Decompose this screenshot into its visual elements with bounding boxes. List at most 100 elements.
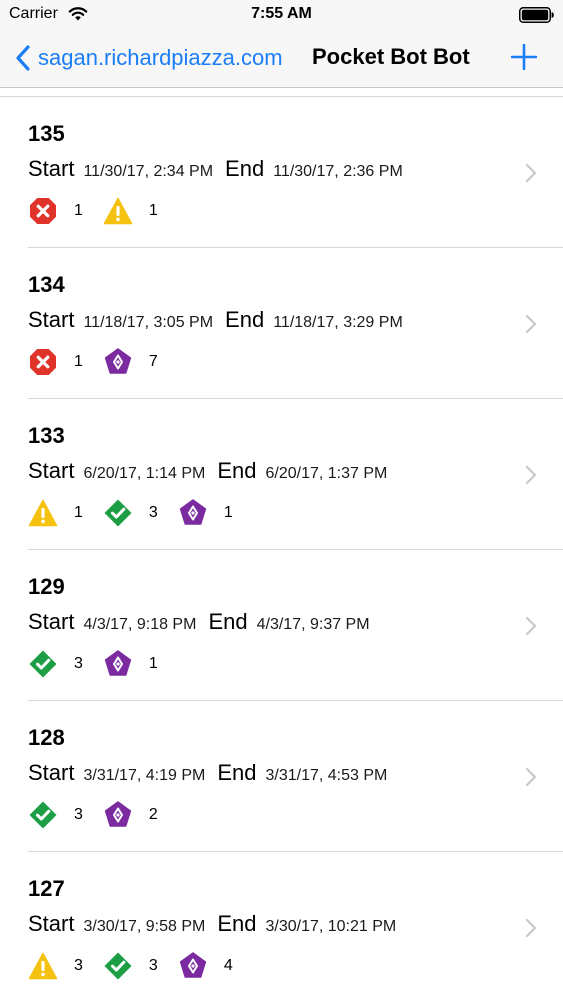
disclosure-chevron-icon	[525, 767, 537, 787]
add-icon[interactable]	[511, 44, 537, 70]
analyzer-badge: 2	[103, 800, 158, 830]
integration-list: 135 Start 11/30/17, 2:34 PM End 11/30/17…	[0, 96, 563, 1000]
integration-number: 134	[28, 272, 65, 297]
success-badge: 3	[103, 498, 158, 528]
analyzer-count: 1	[148, 655, 158, 672]
end-label: End	[217, 911, 257, 936]
success-count: 3	[74, 806, 83, 823]
disclosure-chevron-icon	[525, 465, 537, 485]
analyzer-count: 2	[148, 806, 158, 823]
warning-count: 1	[74, 504, 83, 521]
disclosure-chevron-icon	[525, 314, 537, 334]
back-button-label: sagan.richardpiazza.com	[38, 45, 283, 70]
warning-icon	[103, 197, 133, 225]
success-badge: 3	[28, 800, 83, 830]
integration-times: Start 11/30/17, 2:34 PM End 11/30/17, 2:…	[28, 156, 415, 186]
start-time: 4/3/17, 9:18 PM	[83, 616, 197, 633]
status-time: 7:55 AM	[251, 5, 312, 22]
integration-row[interactable]: 129 Start 4/3/17, 9:18 PM End 4/3/17, 9:…	[28, 550, 563, 701]
start-label: Start	[28, 458, 75, 483]
chevron-left-icon	[16, 45, 30, 71]
warning-count: 3	[74, 957, 83, 974]
analyzer-badge: 1	[178, 498, 233, 528]
analyzer-icon	[104, 650, 132, 676]
page-title: Pocket Bot Bot	[312, 44, 470, 69]
error-icon	[30, 198, 56, 224]
warning-badge: 3	[28, 951, 83, 981]
warning-badge: 1	[28, 498, 83, 528]
start-label: Start	[28, 156, 75, 181]
analyzer-badge: 1	[103, 649, 158, 679]
integration-number: 127	[28, 876, 65, 901]
end-time: 6/20/17, 1:37 PM	[265, 465, 388, 482]
analyzer-icon	[179, 499, 206, 525]
integration-row[interactable]: 128 Start 3/31/17, 4:19 PM End 3/31/17, …	[28, 701, 563, 852]
issue-badges: 32	[28, 800, 178, 830]
analyzer-count: 4	[223, 957, 233, 974]
success-count: 3	[148, 504, 158, 521]
warning-count: 1	[148, 202, 158, 219]
disclosure-chevron-icon	[525, 918, 537, 938]
battery-icon	[519, 7, 554, 23]
end-label: End	[208, 609, 248, 634]
error-badge: 1	[28, 347, 83, 377]
analyzer-icon	[179, 952, 206, 978]
end-label: End	[225, 156, 265, 181]
issue-badges: 31	[28, 649, 178, 679]
error-icon	[30, 349, 56, 375]
issue-badges: 3 3 4	[28, 951, 253, 981]
integration-number: 133	[28, 423, 65, 448]
end-time: 3/31/17, 4:53 PM	[265, 767, 388, 784]
end-label: End	[217, 458, 257, 483]
analyzer-icon	[104, 801, 132, 827]
end-label: End	[217, 760, 257, 785]
issue-badges: 1 3 1	[28, 498, 253, 528]
analyzer-count: 1	[223, 504, 233, 521]
warning-badge: 1	[103, 196, 158, 226]
integration-row[interactable]: 135 Start 11/30/17, 2:34 PM End 11/30/17…	[28, 97, 563, 248]
warning-icon	[28, 499, 58, 527]
analyzer-badge: 4	[178, 951, 233, 981]
error-count: 1	[74, 202, 83, 219]
end-time: 11/30/17, 2:36 PM	[273, 163, 403, 180]
start-time: 11/30/17, 2:34 PM	[83, 163, 214, 180]
navigation-bar: sagan.richardpiazza.com Pocket Bot Bot	[0, 30, 563, 88]
disclosure-chevron-icon	[525, 616, 537, 636]
success-icon	[104, 952, 132, 980]
analyzer-badge: 7	[103, 347, 158, 377]
integration-times: Start 11/18/17, 3:05 PM End 11/18/17, 3:…	[28, 307, 415, 337]
start-label: Start	[28, 911, 75, 936]
start-label: Start	[28, 760, 75, 785]
back-button[interactable]: sagan.richardpiazza.com	[14, 40, 283, 76]
end-time: 11/18/17, 3:29 PM	[273, 314, 403, 331]
integration-row[interactable]: 127 Start 3/30/17, 9:58 PM End 3/30/17, …	[28, 852, 563, 1000]
integration-times: Start 4/3/17, 9:18 PM End 4/3/17, 9:37 P…	[28, 609, 382, 639]
error-count: 1	[74, 353, 83, 370]
end-time: 3/30/17, 10:21 PM	[265, 918, 397, 935]
integration-times: Start 6/20/17, 1:14 PM End 6/20/17, 1:37…	[28, 458, 399, 488]
start-label: Start	[28, 609, 75, 634]
integration-number: 135	[28, 121, 65, 146]
integration-times: Start 3/31/17, 4:19 PM End 3/31/17, 4:53…	[28, 760, 399, 790]
integration-row[interactable]: 133 Start 6/20/17, 1:14 PM End 6/20/17, …	[28, 399, 563, 550]
start-time: 6/20/17, 1:14 PM	[83, 465, 206, 482]
integration-number: 128	[28, 725, 65, 750]
start-time: 11/18/17, 3:05 PM	[83, 314, 214, 331]
status-bar: Carrier 7:55 AM	[0, 0, 563, 30]
integration-row[interactable]: 134 Start 11/18/17, 3:05 PM End 11/18/17…	[28, 248, 563, 399]
start-time: 3/30/17, 9:58 PM	[83, 918, 206, 935]
integration-times: Start 3/30/17, 9:58 PM End 3/30/17, 10:2…	[28, 911, 408, 941]
start-label: Start	[28, 307, 75, 332]
issue-badges: 11	[28, 196, 178, 226]
analyzer-icon	[104, 348, 132, 374]
success-icon	[29, 650, 57, 678]
issue-badges: 17	[28, 347, 178, 377]
end-time: 4/3/17, 9:37 PM	[256, 616, 370, 633]
end-label: End	[225, 307, 265, 332]
integration-number: 129	[28, 574, 65, 599]
success-badge: 3	[103, 951, 158, 981]
warning-icon	[28, 952, 58, 980]
disclosure-chevron-icon	[525, 163, 537, 183]
success-count: 3	[74, 655, 83, 672]
success-icon	[104, 499, 132, 527]
